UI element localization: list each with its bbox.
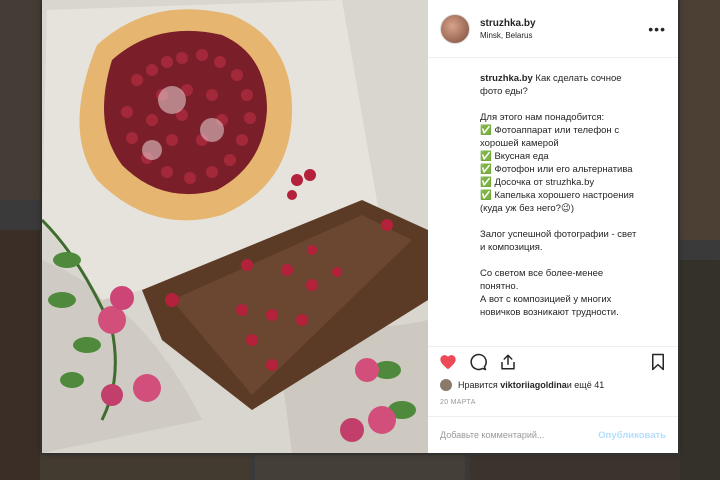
caption-line: и композиция.: [480, 242, 543, 253]
likes-summary[interactable]: Нравится viktoriiagoldina и ещё 41: [428, 377, 678, 393]
post-caption: struzhka.by Как сделать сочное фото еды?…: [428, 58, 678, 347]
caption-line: Для этого нам понадобится:: [480, 112, 605, 123]
caption-line: [480, 254, 666, 267]
caption-line: ✅ Досочка от struzhka.by: [480, 177, 595, 188]
post-photo[interactable]: [42, 0, 428, 453]
heart-icon[interactable]: [438, 352, 458, 372]
comment-input[interactable]: [440, 430, 599, 440]
caption-line: Залог успешной фотографии - свет: [480, 229, 637, 240]
caption-line: (куда уж без него?😉): [480, 203, 575, 214]
bookmark-icon[interactable]: [648, 352, 668, 372]
caption-line: новичков возникают трудности.: [480, 307, 619, 318]
location-link[interactable]: Minsk, Belarus: [480, 31, 648, 40]
post-sidebar: struzhka.by Minsk, Belarus ••• struzhka.…: [428, 0, 678, 453]
caption-line: ✅ Фотоаппарат или телефон с: [480, 125, 620, 136]
avatar[interactable]: [440, 13, 470, 44]
caption-line: хорошей камерой: [480, 138, 559, 149]
caption-line: ✅ Фотофон или его альтернатива: [480, 164, 633, 175]
share-icon[interactable]: [498, 352, 518, 372]
galette-photo-illustration: [42, 0, 428, 453]
caption-line: ✅ Вкусная еда: [480, 151, 549, 162]
username-link[interactable]: struzhka.by: [480, 18, 648, 29]
caption-text: Как сделать сочное: [532, 73, 622, 84]
caption-line: фото еды?: [480, 86, 528, 97]
post-header: struzhka.by Minsk, Belarus •••: [428, 0, 678, 58]
caption-line: [480, 98, 666, 111]
likes-suffix[interactable]: и ещё 41: [567, 380, 604, 390]
caption-line: struzhka.by Как сделать сочное: [480, 72, 666, 85]
liker-avatar: [440, 379, 452, 391]
likes-prefix: Нравится: [458, 380, 498, 390]
comment-icon[interactable]: [468, 352, 488, 372]
comment-bar: Опубликовать: [428, 416, 678, 453]
caption-line: А вот с композицией у многих: [480, 294, 612, 305]
post-date[interactable]: 20 МАРТА: [428, 393, 678, 416]
caption-line: [480, 215, 666, 228]
caption-line: Со светом все более-менее: [480, 268, 604, 279]
action-bar: [428, 347, 678, 377]
caption-username[interactable]: struzhka.by: [480, 73, 533, 84]
caption-line: понятно.: [480, 281, 519, 292]
caption-line: ✅ Капелька хорошего настроения: [480, 190, 634, 201]
post-modal: struzhka.by Minsk, Belarus ••• struzhka.…: [42, 0, 678, 453]
publish-button[interactable]: Опубликовать: [598, 430, 666, 441]
liker-username[interactable]: viktoriiagoldina: [500, 380, 567, 390]
more-dots-icon[interactable]: •••: [648, 21, 666, 37]
